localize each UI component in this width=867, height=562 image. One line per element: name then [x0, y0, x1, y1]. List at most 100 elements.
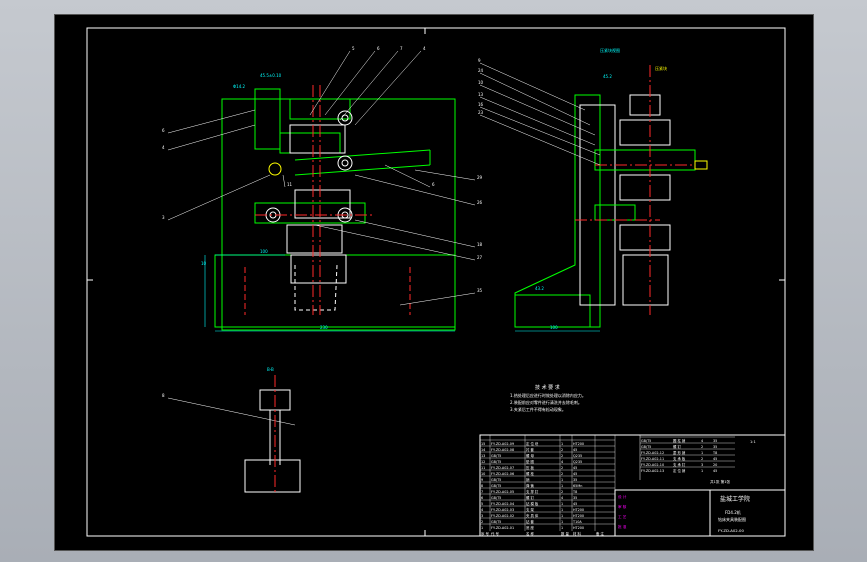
bom-cell: 1 — [561, 526, 563, 530]
side-nut-top — [629, 94, 661, 116]
bom-cell: GB/T5 — [641, 439, 651, 443]
bom-cell: 支 架 — [526, 507, 534, 512]
section-base — [244, 459, 301, 493]
bom-cell: FY-ZD-A02-04 — [491, 502, 514, 506]
bom-cell: 2 — [701, 457, 703, 461]
bom-cell: 1 — [561, 484, 563, 488]
bom-cell: 1 — [561, 502, 563, 506]
bom-cell: FY-ZD-A02-10 — [641, 463, 664, 467]
leader-line — [282, 174, 286, 188]
company-name: 盐城工学院 — [720, 495, 750, 503]
section-label: B-B — [267, 367, 274, 372]
lever-bracket — [279, 132, 341, 154]
balloon-label: 4 — [162, 145, 165, 150]
view-note: 压紧块视图 — [600, 47, 620, 53]
leader-line — [384, 164, 431, 188]
sign-label: 工 艺 — [618, 514, 627, 519]
leader-line — [167, 124, 256, 151]
side-nut-2 — [619, 174, 671, 201]
workpiece-section — [289, 124, 346, 154]
bom-cell: 14 — [481, 448, 485, 452]
side-pin-highlight — [694, 160, 708, 170]
tech-req-line: 1.热处理后应进行时效处理以消除内应力。 — [510, 392, 586, 398]
pressure-lever — [294, 149, 431, 161]
bom-cell: GB/T5 — [491, 520, 501, 524]
bom-cell: 压 板 — [526, 465, 534, 470]
bom-cell: 支 承 板 — [673, 456, 686, 461]
bom-cell: 钻 模 板 — [526, 501, 539, 506]
bom-cell: 4 — [561, 460, 563, 464]
nut-top-hole — [341, 114, 349, 122]
drawing-sheet: 230 100 10 Φ14.2 45.5±0.10 5 6 7 4 6 4 3 11 6 29 26 18 27… — [54, 14, 814, 551]
bom-cell: 3 — [701, 463, 703, 467]
balloon-label: 6 — [432, 182, 435, 187]
dim-text: Φ14.2 — [233, 84, 246, 89]
leader-line — [309, 50, 351, 116]
bom-cell: 圆 柱 销 — [673, 438, 686, 443]
bom-cell: 弹 簧 — [526, 483, 534, 488]
leader-line — [167, 109, 256, 134]
bom-cell: FY-ZD-A02-09 — [491, 442, 514, 446]
side-shank — [622, 254, 669, 306]
tech-req-title: 技 术 要 求 — [535, 384, 560, 391]
dim-text: 230 — [320, 325, 328, 330]
side-nut-3 — [619, 224, 671, 251]
bom-cell: 1 — [561, 520, 563, 524]
leader-line — [479, 114, 601, 166]
dim-text: 45.5±0.10 — [260, 73, 282, 78]
pressure-lever — [294, 164, 431, 176]
balloon-label: 27 — [477, 255, 483, 260]
bom-cell: 螺 钉 — [673, 444, 681, 449]
bom-header: 代 号 — [491, 531, 499, 536]
dim-text: 100 — [260, 249, 268, 254]
bom-cell: 2 — [481, 520, 483, 524]
bom-cell: GB/T5 — [491, 460, 501, 464]
bom-cell: GB/T5 — [491, 478, 501, 482]
leader-line — [167, 397, 296, 426]
bom-header: 备 注 — [596, 531, 604, 536]
bom-cell: 4 — [561, 496, 563, 500]
bom-cell: 35 — [713, 445, 717, 449]
bom-cell: 1 — [561, 508, 563, 512]
bom-cell: 45 — [573, 466, 577, 470]
bom-cell: 夹 具 体 — [526, 513, 539, 518]
dim-text: 压紧块 — [655, 65, 667, 71]
bom-cell: 20 — [713, 463, 717, 467]
balloon-label: 24 — [478, 68, 484, 73]
balloon-label: 10 — [478, 80, 484, 85]
bom-cell: 1 — [561, 514, 563, 518]
bom-cell: 支 承 钉 — [673, 462, 686, 467]
cad-viewport: 230 100 10 Φ14.2 45.5±0.10 5 6 7 4 6 4 3 11 6 29 26 18 27… — [0, 0, 867, 562]
bom-cell: 13 — [481, 454, 485, 458]
leader-line — [479, 84, 596, 136]
bom-cell: T8 — [572, 490, 577, 494]
bom-cell: 8 — [481, 484, 483, 488]
tech-req-line: 3.夹紧后工件不得有松动现象。 — [510, 406, 566, 412]
bom-cell: 1 — [701, 451, 703, 455]
dim-text: 45.2 — [603, 74, 612, 79]
bom-cell: 45 — [713, 469, 717, 473]
drill-plate-left — [254, 88, 281, 150]
sign-label: 设 计 — [618, 494, 627, 499]
scale-value: 1:1 — [750, 440, 756, 444]
bom-cell: FY-ZD-A02-05 — [491, 490, 514, 494]
base-plate — [214, 254, 456, 328]
leader-line — [479, 96, 596, 146]
nut-middle-hole — [341, 159, 349, 167]
bom-cell: 12 — [481, 460, 485, 464]
side-view-body — [514, 94, 601, 328]
side-clamp-bar — [594, 149, 696, 171]
bom-cell: 螺 母 — [526, 453, 534, 458]
bom-cell: 螺 钉 — [526, 495, 534, 500]
bom-cell: FY-ZD-A02-08 — [491, 448, 514, 452]
bom-cell: 45 — [573, 448, 577, 452]
leader-line — [479, 106, 601, 156]
balloon-label: 5 — [352, 46, 355, 51]
leader-line — [354, 50, 422, 126]
balloon-label: 4 — [423, 46, 426, 51]
sign-label: 批 准 — [618, 524, 627, 529]
leader-line — [479, 62, 586, 111]
bom-cell: 销 — [526, 477, 530, 482]
bom-cell: HT200 — [573, 514, 584, 518]
balloon-label: 35 — [477, 288, 483, 293]
